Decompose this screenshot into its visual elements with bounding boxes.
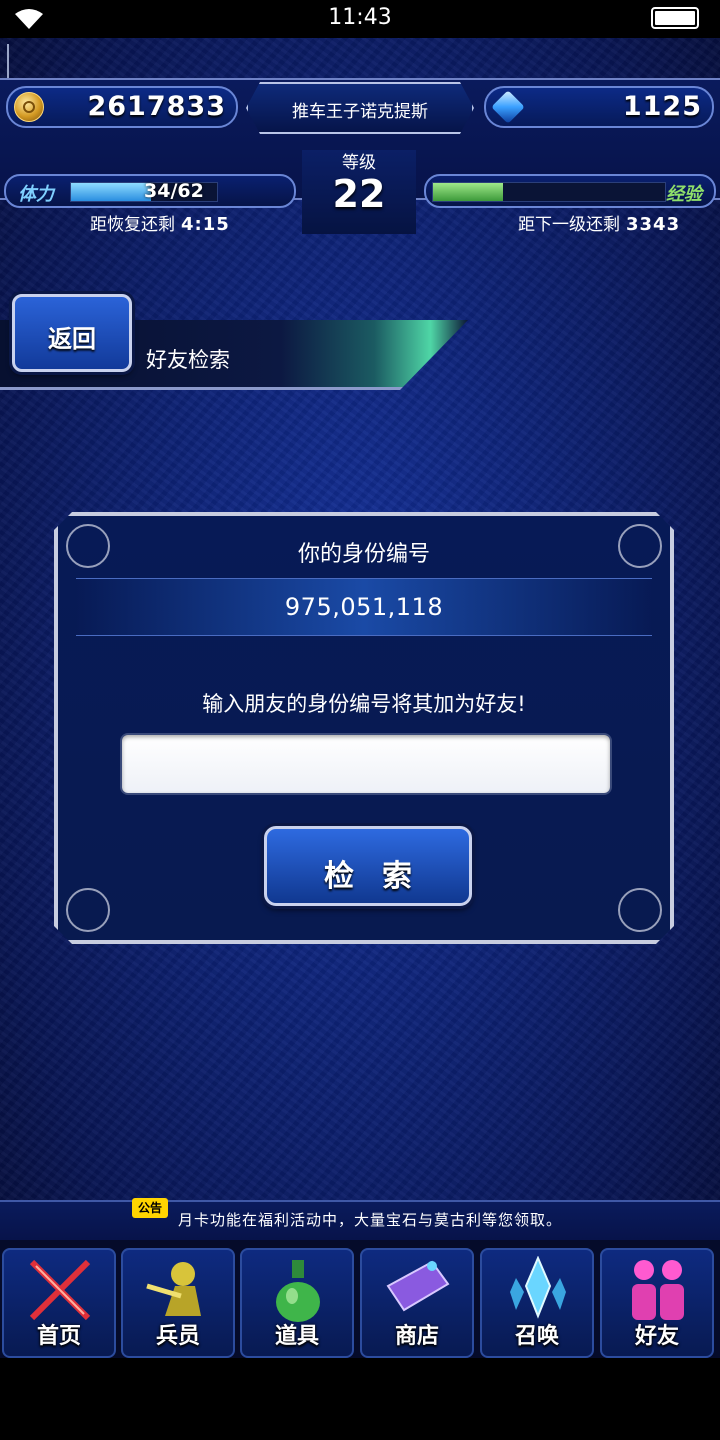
nav-label-items: 道具 [274, 1324, 319, 1349]
level-box: 等级 22 [302, 150, 416, 234]
recovery-label: 距恢复还剩 [90, 215, 175, 235]
stamina-label: 体力 [18, 184, 54, 205]
dialog-title: 你的身份编号 [297, 542, 430, 567]
corner-ornament-icon [66, 888, 110, 932]
gem-counter[interactable]: 1125 [484, 86, 714, 128]
friend-id-input[interactable] [122, 735, 610, 793]
exp-bar: 经验 [424, 174, 716, 208]
back-button-label: 返回 [48, 325, 96, 353]
exp-track [432, 182, 666, 202]
bottom-nav: 首页 兵员 道具 商店 召唤 好友 [0, 1240, 720, 1358]
back-button[interactable]: 返回 [12, 294, 132, 372]
shop-icon [386, 1260, 450, 1312]
friends-icon [632, 1260, 684, 1320]
next-level-value: 3343 [626, 214, 681, 235]
gem-amount: 1125 [622, 91, 702, 122]
notice-tag: 公告 [132, 1198, 168, 1218]
level-label: 等级 [342, 153, 376, 173]
nav-item-items[interactable]: 道具 [240, 1248, 354, 1358]
gil-coin-icon [14, 92, 44, 122]
exp-fill [433, 183, 503, 201]
stamina-fill [71, 183, 151, 201]
nav-label-home: 首页 [36, 1324, 81, 1349]
stamina-bar: 体力 34/62 [4, 174, 296, 208]
nav-item-home[interactable]: 首页 [2, 1248, 116, 1358]
id-band: 975,051,118 [76, 578, 652, 636]
friend-search-dialog: 你的身份编号 975,051,118 输入朋友的身份编号将其加为好友! 检索 [54, 512, 674, 944]
next-level-counter: 距下一级还剩 3343 [518, 210, 680, 235]
gil-amount: 2617833 [87, 91, 226, 122]
status-time: 11:43 [328, 5, 392, 30]
search-button-label: 检索 [324, 859, 440, 894]
crystal-icon [510, 1256, 566, 1319]
exp-label: 经验 [666, 184, 702, 205]
gem-icon [491, 90, 525, 124]
warrior-icon [146, 1262, 201, 1316]
player-name-plate: 推车王子诺克提斯 [246, 82, 474, 134]
potion-icon [276, 1260, 320, 1322]
nav-item-shop[interactable]: 商店 [360, 1248, 474, 1358]
status-bar: 11:43 [0, 0, 720, 38]
nav-item-friends[interactable]: 好友 [600, 1248, 714, 1358]
battery-icon [651, 7, 699, 29]
level-value: 22 [332, 172, 386, 216]
search-button[interactable]: 检索 [264, 826, 472, 906]
nav-item-units[interactable]: 兵员 [121, 1248, 235, 1358]
dialog-hint: 输入朋友的身份编号将其加为好友! [202, 692, 526, 716]
swords-icon [29, 1259, 91, 1321]
nav-label-summon: 召唤 [514, 1324, 559, 1349]
stamina-value: 34/62 [144, 180, 204, 202]
recovery-time: 4:15 [181, 214, 230, 235]
page-title: 好友检索 [146, 348, 230, 372]
nav-item-summon[interactable]: 召唤 [480, 1248, 594, 1358]
nav-label-shop: 商店 [394, 1324, 439, 1349]
nav-label-units: 兵员 [155, 1324, 200, 1349]
corner-ornament-icon [618, 888, 662, 932]
notice-text: 月卡功能在福利活动中，大量宝石与莫古利等您领取。 [178, 1211, 563, 1229]
next-level-label: 距下一级还剩 [518, 215, 620, 235]
nav-label-friends: 好友 [634, 1324, 679, 1349]
player-id-value: 975,051,118 [284, 593, 444, 621]
recovery-timer: 距恢复还剩 4:15 [90, 210, 230, 235]
gil-counter: 2617833 [6, 86, 238, 128]
player-name: 推车王子诺克提斯 [292, 102, 428, 122]
bottom-bar [0, 1358, 720, 1440]
